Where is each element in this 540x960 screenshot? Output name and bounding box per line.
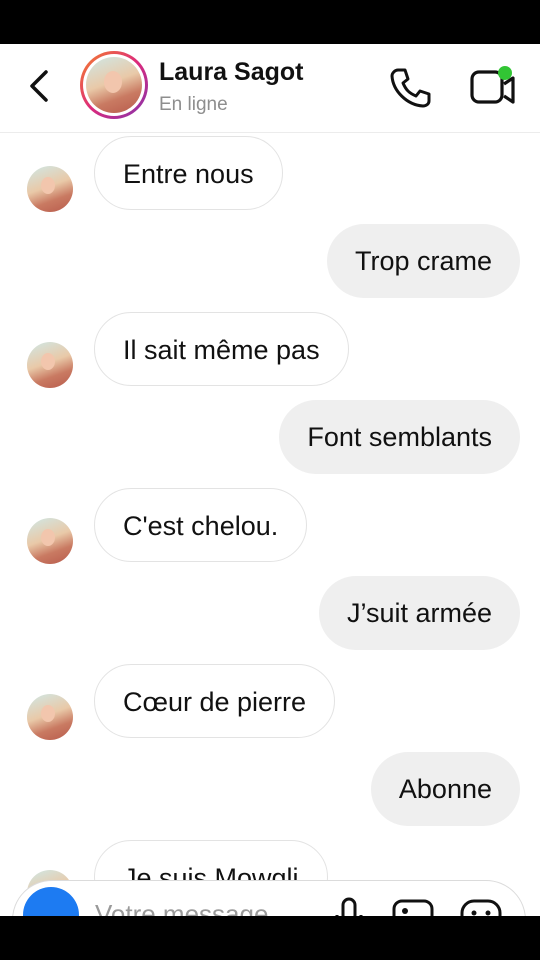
received-message[interactable]: Il sait même pas — [94, 312, 349, 386]
message-row: Il sait même pas — [0, 312, 540, 390]
message-list[interactable]: Entre nous Trop crame Il sait même pas F… — [0, 132, 540, 916]
sent-message[interactable]: Font semblants — [279, 400, 520, 474]
message-input[interactable]: Votre message… — [95, 899, 294, 916]
message-row: Font semblants — [0, 400, 540, 478]
phone-icon[interactable] — [388, 66, 432, 110]
received-message[interactable]: C'est chelou. — [94, 488, 308, 562]
sent-message[interactable]: J’suit armée — [318, 576, 520, 650]
message-row: C'est chelou. — [0, 488, 540, 566]
contact-avatar[interactable] — [80, 51, 148, 119]
message-composer[interactable]: Votre message… — [12, 880, 526, 916]
back-chevron-icon[interactable] — [24, 66, 58, 106]
online-status: En ligne — [159, 94, 228, 115]
message-row: Cœur de pierre — [0, 664, 540, 742]
online-indicator — [498, 66, 512, 80]
sender-avatar — [27, 166, 73, 212]
message-row: Entre nous — [0, 136, 540, 214]
sent-message[interactable]: Trop crame — [326, 224, 520, 298]
sent-message[interactable]: Abonne — [370, 752, 520, 826]
camera-icon[interactable] — [23, 887, 79, 916]
sender-avatar — [27, 518, 73, 564]
sticker-icon[interactable] — [459, 895, 503, 916]
message-row: J’suit armée — [0, 576, 540, 654]
received-message[interactable]: Entre nous — [94, 136, 283, 210]
gallery-icon[interactable] — [391, 895, 435, 916]
message-row: Trop crame — [0, 224, 540, 302]
sender-avatar — [27, 694, 73, 740]
message-row: Abonne — [0, 752, 540, 830]
received-message[interactable]: Cœur de pierre — [94, 664, 336, 738]
chat-screen: Laura Sagot En ligne Entre nous Trop cra… — [0, 44, 540, 916]
sender-avatar — [27, 342, 73, 388]
contact-name[interactable]: Laura Sagot — [159, 58, 303, 87]
chat-header: Laura Sagot En ligne — [0, 44, 540, 133]
microphone-icon[interactable] — [331, 895, 367, 916]
